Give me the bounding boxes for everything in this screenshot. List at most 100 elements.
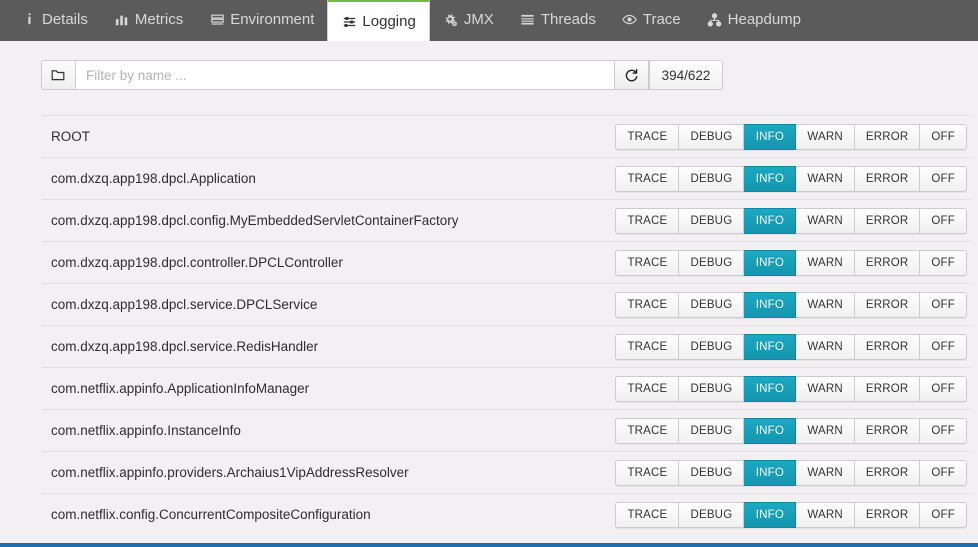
- level-button-off[interactable]: OFF: [920, 250, 967, 276]
- level-button-trace[interactable]: TRACE: [615, 166, 679, 192]
- level-button-info[interactable]: INFO: [744, 166, 796, 192]
- logger-name: com.dxzq.app198.dpcl.config.MyEmbeddedSe…: [41, 213, 458, 228]
- logger-name: com.dxzq.app198.dpcl.controller.DPCLCont…: [41, 255, 343, 270]
- level-button-debug[interactable]: DEBUG: [679, 166, 744, 192]
- level-button-error[interactable]: ERROR: [855, 250, 921, 276]
- level-button-warn[interactable]: WARN: [796, 334, 855, 360]
- tab-label: Environment: [230, 12, 314, 27]
- level-button-off[interactable]: OFF: [920, 460, 967, 486]
- level-button-off[interactable]: OFF: [920, 166, 967, 192]
- logger-name: com.netflix.appinfo.InstanceInfo: [41, 423, 241, 438]
- logger-count: 394/622: [649, 60, 723, 90]
- level-button-error[interactable]: ERROR: [855, 376, 921, 402]
- level-button-off[interactable]: OFF: [920, 124, 967, 150]
- logger-row: com.dxzq.app198.dpcl.service.RedisHandle…: [41, 325, 972, 367]
- level-button-info[interactable]: INFO: [744, 376, 796, 402]
- level-button-error[interactable]: ERROR: [855, 208, 921, 234]
- level-button-debug[interactable]: DEBUG: [679, 460, 744, 486]
- logger-row: com.netflix.appinfo.providers.Archaius1V…: [41, 451, 972, 493]
- log-level-button-group: TRACEDEBUGINFOWARNERROROFF: [615, 166, 967, 192]
- level-button-info[interactable]: INFO: [744, 208, 796, 234]
- level-button-error[interactable]: ERROR: [855, 292, 921, 318]
- log-level-button-group: TRACEDEBUGINFOWARNERROROFF: [615, 250, 967, 276]
- level-button-info[interactable]: INFO: [744, 502, 796, 528]
- level-button-info[interactable]: INFO: [744, 418, 796, 444]
- tab-metrics[interactable]: Metrics: [101, 0, 196, 40]
- level-button-off[interactable]: OFF: [920, 292, 967, 318]
- level-button-trace[interactable]: TRACE: [615, 460, 679, 486]
- level-button-off[interactable]: OFF: [920, 334, 967, 360]
- level-button-debug[interactable]: DEBUG: [679, 502, 744, 528]
- bar-chart-icon: [114, 12, 130, 28]
- level-button-error[interactable]: ERROR: [855, 502, 921, 528]
- level-button-trace[interactable]: TRACE: [615, 292, 679, 318]
- level-button-debug[interactable]: DEBUG: [679, 208, 744, 234]
- logger-row: ROOTTRACEDEBUGINFOWARNERROROFF: [41, 115, 972, 157]
- log-level-button-group: TRACEDEBUGINFOWARNERROROFF: [615, 124, 967, 150]
- level-button-error[interactable]: ERROR: [855, 124, 921, 150]
- tab-trace[interactable]: Trace: [609, 0, 694, 40]
- level-button-debug[interactable]: DEBUG: [679, 292, 744, 318]
- level-button-error[interactable]: ERROR: [855, 418, 921, 444]
- level-button-debug[interactable]: DEBUG: [679, 124, 744, 150]
- level-button-debug[interactable]: DEBUG: [679, 418, 744, 444]
- log-level-button-group: TRACEDEBUGINFOWARNERROROFF: [615, 208, 967, 234]
- tab-label: Heapdump: [728, 12, 801, 27]
- folder-icon[interactable]: [41, 60, 75, 90]
- level-button-error[interactable]: ERROR: [855, 460, 921, 486]
- log-level-button-group: TRACEDEBUGINFOWARNERROROFF: [615, 292, 967, 318]
- level-button-warn[interactable]: WARN: [796, 166, 855, 192]
- level-button-debug[interactable]: DEBUG: [679, 334, 744, 360]
- logger-name: com.netflix.config.ConcurrentCompositeCo…: [41, 507, 371, 522]
- level-button-warn[interactable]: WARN: [796, 124, 855, 150]
- level-button-trace[interactable]: TRACE: [615, 208, 679, 234]
- list-icon: [520, 12, 536, 28]
- level-button-info[interactable]: INFO: [744, 460, 796, 486]
- level-button-warn[interactable]: WARN: [796, 418, 855, 444]
- level-button-warn[interactable]: WARN: [796, 292, 855, 318]
- logger-name: com.netflix.appinfo.ApplicationInfoManag…: [41, 381, 309, 396]
- tab-label: Details: [42, 12, 88, 27]
- level-button-info[interactable]: INFO: [744, 250, 796, 276]
- level-button-trace[interactable]: TRACE: [615, 334, 679, 360]
- refresh-icon[interactable]: [615, 60, 649, 90]
- cogs-icon: [443, 12, 459, 28]
- server-icon: [209, 12, 225, 28]
- tab-logging[interactable]: Logging: [327, 0, 429, 41]
- level-button-warn[interactable]: WARN: [796, 250, 855, 276]
- tab-heapdump[interactable]: Heapdump: [694, 0, 814, 40]
- tab-jmx[interactable]: JMX: [430, 0, 507, 40]
- logger-row: com.dxzq.app198.dpcl.controller.DPCLCont…: [41, 241, 972, 283]
- log-level-button-group: TRACEDEBUGINFOWARNERROROFF: [615, 376, 967, 402]
- level-button-trace[interactable]: TRACE: [615, 502, 679, 528]
- level-button-info[interactable]: INFO: [744, 334, 796, 360]
- level-button-error[interactable]: ERROR: [855, 166, 921, 192]
- level-button-debug[interactable]: DEBUG: [679, 250, 744, 276]
- log-level-button-group: TRACEDEBUGINFOWARNERROROFF: [615, 418, 967, 444]
- logger-name: com.dxzq.app198.dpcl.Application: [41, 171, 256, 186]
- level-button-error[interactable]: ERROR: [855, 334, 921, 360]
- logger-row: com.dxzq.app198.dpcl.config.MyEmbeddedSe…: [41, 199, 972, 241]
- tab-details[interactable]: Details: [8, 0, 101, 40]
- tab-label: JMX: [464, 12, 494, 27]
- level-button-warn[interactable]: WARN: [796, 460, 855, 486]
- level-button-off[interactable]: OFF: [920, 208, 967, 234]
- level-button-trace[interactable]: TRACE: [615, 418, 679, 444]
- level-button-info[interactable]: INFO: [744, 124, 796, 150]
- tab-environment[interactable]: Environment: [196, 0, 327, 40]
- level-button-debug[interactable]: DEBUG: [679, 376, 744, 402]
- level-button-warn[interactable]: WARN: [796, 502, 855, 528]
- tab-label: Trace: [643, 12, 681, 27]
- level-button-warn[interactable]: WARN: [796, 208, 855, 234]
- tab-threads[interactable]: Threads: [507, 0, 609, 40]
- level-button-trace[interactable]: TRACE: [615, 124, 679, 150]
- filter-input[interactable]: [75, 60, 615, 90]
- level-button-off[interactable]: OFF: [920, 418, 967, 444]
- level-button-off[interactable]: OFF: [920, 376, 967, 402]
- level-button-off[interactable]: OFF: [920, 502, 967, 528]
- level-button-warn[interactable]: WARN: [796, 376, 855, 402]
- tab-label: Threads: [541, 12, 596, 27]
- level-button-trace[interactable]: TRACE: [615, 376, 679, 402]
- level-button-info[interactable]: INFO: [744, 292, 796, 318]
- level-button-trace[interactable]: TRACE: [615, 250, 679, 276]
